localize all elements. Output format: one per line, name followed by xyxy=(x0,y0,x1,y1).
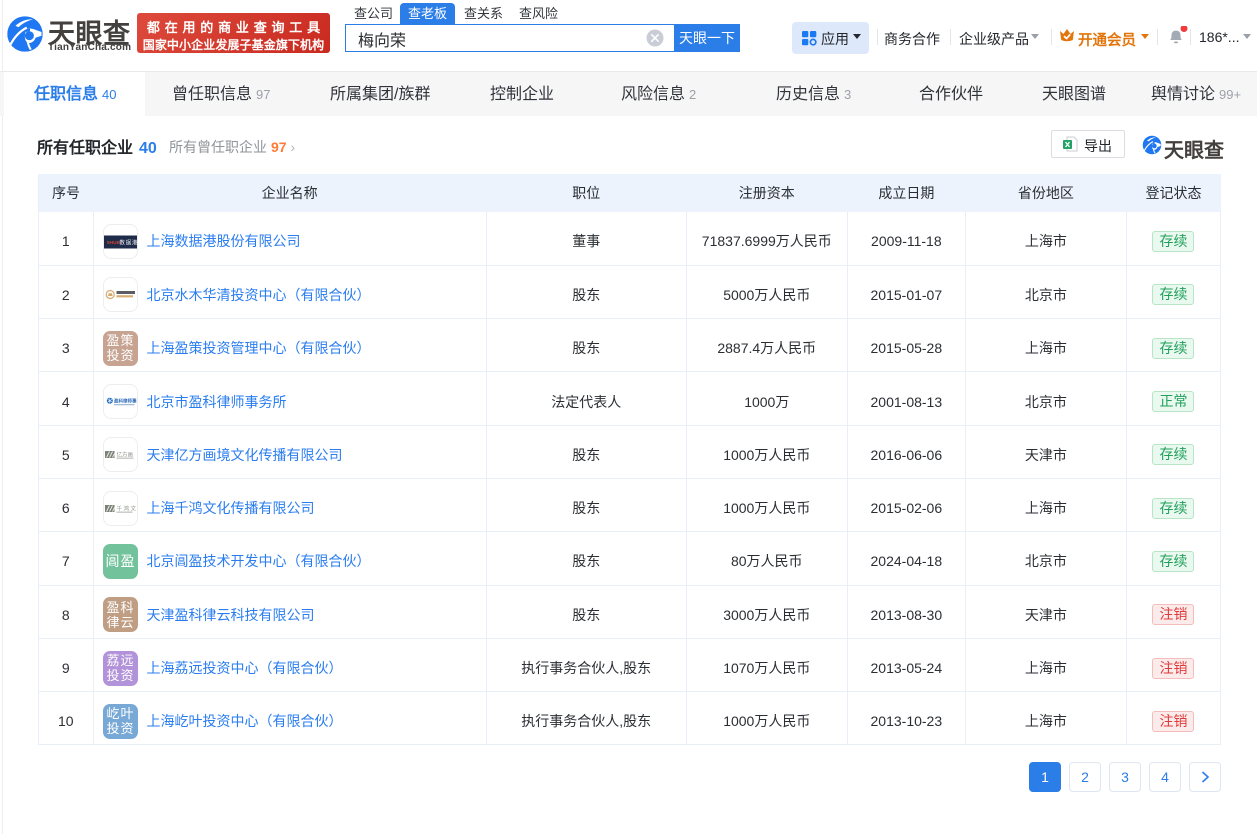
svg-text:亿方画: 亿方画 xyxy=(116,451,133,459)
svg-text:千 鸿 文: 千 鸿 文 xyxy=(116,504,136,512)
svg-text:盈科律师事务所: 盈科律师事务所 xyxy=(113,398,137,405)
svg-text:数据港: 数据港 xyxy=(119,238,137,246)
